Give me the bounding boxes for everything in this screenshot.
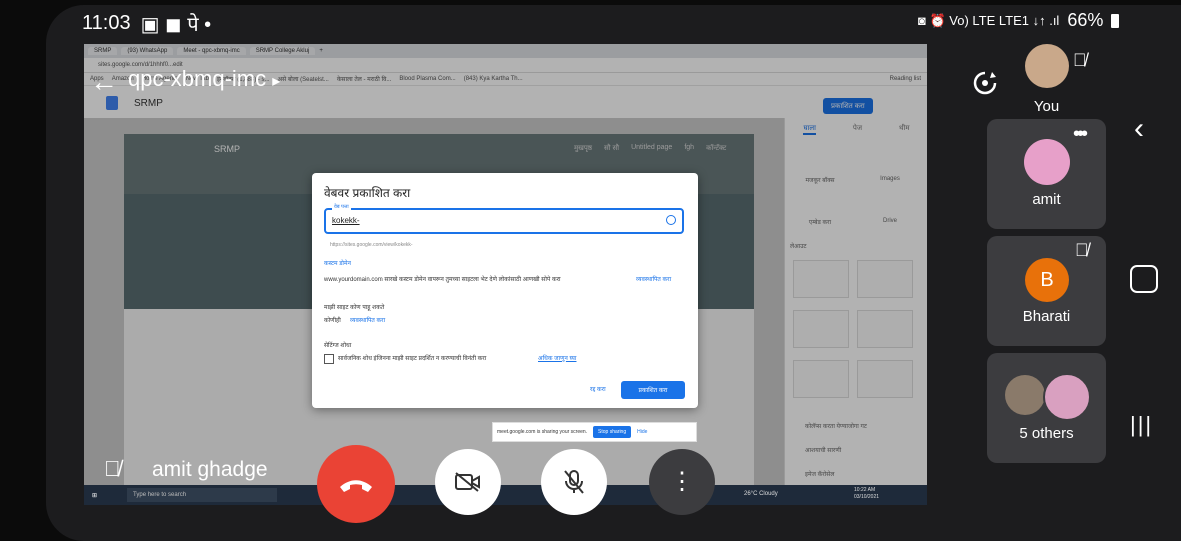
windows-taskbar: ⊞ Type here to search 26°C Cloudy 10:22 … [84,485,927,505]
video-off-icon [455,472,480,492]
participant-name: amit [1032,191,1061,208]
who-can-see-manage-link: व्यवस्थापित करा [350,318,386,324]
back-arrow-icon[interactable]: ← [90,66,118,98]
taskbar-weather: 26°C Cloudy [744,491,778,497]
windows-start-icon: ⊞ [92,492,98,499]
mic-off-icon: 🎙̸ [1073,50,1087,70]
status-bar-right: ◙ ⏰ Vo) LTE LTE1 ↓↑ .ıl 66% [918,10,1120,31]
taskbar-clock: 10:22 AM 03/10/2021 [854,487,879,501]
mic-off-button[interactable] [541,449,607,515]
chevron-right-icon: ▸ [272,73,281,90]
publish-dialog: वेबवर प्रकाशित करा वेब पत्ता kokekk- htt… [312,173,698,408]
avatar-initial: B [1025,258,1069,302]
taskbar-time: 10:22 AM [854,487,876,493]
more-options-icon[interactable]: ••• [1073,123,1088,146]
android-recents-icon[interactable]: ||| [1130,412,1153,438]
participant-name: You [1033,98,1060,115]
custom-domain-heading: कस्टम डोमेन [324,261,351,267]
web-address-field: वेब पत्ता kokekk- [324,204,684,234]
hang-up-button[interactable] [317,445,395,523]
taskbar-search: Type here to search [127,488,278,502]
avatar [1043,373,1091,421]
custom-domain-manage-link: व्यवस्थापित करा [636,277,672,283]
participant-tile-you[interactable]: 🎙̸ You [987,44,1106,115]
participant-tile-bharati[interactable]: B 🎙̸ Bharati [987,236,1106,346]
android-home-icon[interactable] [1130,265,1158,293]
shared-screen: SRMP (93) WhatsApp Meet - qpc-xbmq-imc S… [84,44,927,505]
participant-name: 5 others [1019,425,1074,442]
hide-banner-link: Hide [637,429,648,435]
battery-icon [1111,13,1120,28]
android-back-icon[interactable]: ‹ [1134,112,1144,146]
speaker-mic-off-icon: 🎙̸ [104,456,121,481]
more-actions-button[interactable]: ⋮ [649,449,715,515]
participant-tile-others[interactable]: 5 others [987,353,1106,463]
dialog-title: वेबवर प्रकाशित करा [324,186,411,200]
search-checkbox [324,354,334,364]
who-can-see-value: कोणीही [324,318,341,324]
share-banner-text: meet.google.com is sharing your screen. [497,429,588,435]
participant-name: Bharati [1022,308,1071,325]
camera-off-button[interactable] [435,449,501,515]
check-icon [666,215,676,225]
screen-share-banner: meet.google.com is sharing your screen. … [492,422,697,442]
cancel-button: रद्द करा [590,387,606,393]
web-address-value: kokekk- [332,216,360,225]
meeting-code[interactable]: qpc-xbmq-imc ▸ [128,66,280,92]
learn-more-link: अधिक जाणून घ्या [538,356,577,362]
avatar [1005,375,1045,415]
publish-button: प्रकाशित करा [621,381,685,399]
phone-hangup-icon [340,480,372,492]
status-time: 11:03 [82,12,131,34]
url-hint: https://sites.google.com/view/kokekk- [330,242,413,248]
avatar [1025,44,1069,88]
custom-domain-text: www.yourdomain.com सारखे कस्टम डोमेन वाप… [324,277,561,283]
stop-sharing-button: Stop sharing [593,426,632,438]
mic-off-icon [564,470,584,494]
participant-tile-amit[interactable]: ••• amit [987,119,1106,229]
mic-off-icon: 🎙̸ [1075,240,1089,260]
search-checkbox-text: सार्वजनिक शोध इंजिनना माझी साइट प्रदर्शि… [338,356,487,362]
meeting-code-text: qpc-xbmq-imc [128,66,267,91]
status-bar-left: 11:03 ▣ ◼ पे • [82,10,211,37]
avatar [1024,139,1070,185]
who-can-see-heading: माझी साइट कोण पाहू शकते [324,305,385,311]
vertical-dots-icon: ⋮ [670,468,694,495]
taskbar-date: 03/10/2021 [854,494,880,500]
taskbar-search-placeholder: Type here to search [133,492,187,498]
speaker-name: amit ghadge [152,458,268,481]
status-icons-left: ▣ ◼ पे • [140,14,212,36]
battery-level: 66% [1067,10,1104,30]
search-settings-heading: सेटिंग्ज शोधा [324,343,352,349]
web-address-label: वेब पत्ता [332,204,351,210]
status-icons-right: ◙ ⏰ Vo) LTE LTE1 ↓↑ .ıl [918,12,1060,28]
